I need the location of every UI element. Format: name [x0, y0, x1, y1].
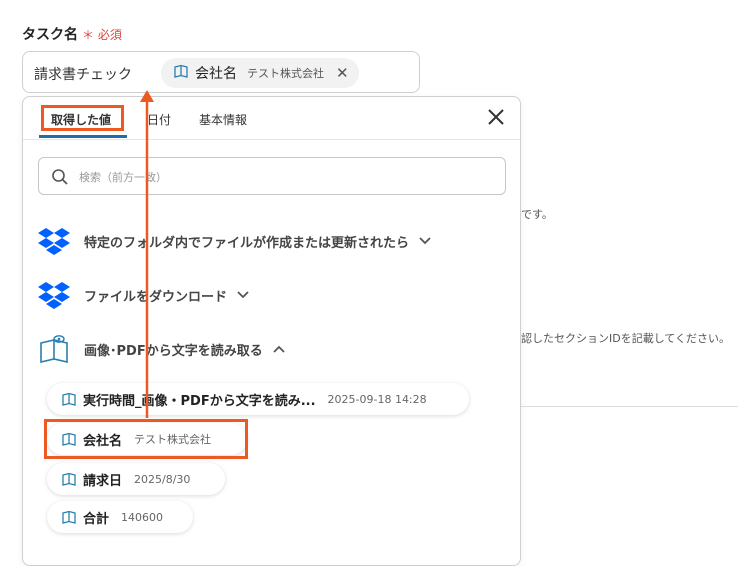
group-ocr[interactable]: 画像･PDFから文字を読み取る — [38, 335, 285, 364]
item-value: 140600 — [121, 510, 164, 524]
required-indicator: ＊ 必須 — [82, 28, 122, 42]
ocr-variable-icon — [62, 392, 76, 406]
group-title: 画像･PDFから文字を読み取る — [84, 343, 263, 359]
group-folder-trigger[interactable]: 特定のフォルダ内でファイルが作成または更新されたら — [38, 227, 431, 255]
group-download-file[interactable]: ファイルをダウンロード — [38, 281, 249, 309]
ocr-book-icon — [40, 335, 68, 364]
background-help-text-2: 認したセクションIDを記載してください。 — [521, 332, 731, 345]
ocr-variable-icon — [62, 472, 76, 486]
tab-date[interactable]: 日付 — [147, 111, 171, 128]
dropbox-icon — [38, 228, 70, 255]
required-mark: ＊ — [82, 28, 95, 42]
ocr-variable-icon — [173, 63, 189, 83]
variable-picker-panel: 取得した値 日付 基本情報 検索（前方一致） 特定のフォルダ内でファイルが作成ま… — [22, 96, 521, 566]
search-placeholder: 検索（前方一致） — [79, 171, 167, 184]
search-input[interactable]: 検索（前方一致） — [38, 157, 506, 195]
item-name: 請求日 — [83, 473, 123, 489]
variable-item-total[interactable]: 合計 140600 — [47, 501, 193, 533]
task-name-label-text: タスク名 — [22, 27, 78, 43]
background-divider — [521, 406, 738, 407]
task-name-label: タスク名 ＊ 必須 — [22, 24, 122, 44]
group-title: 特定のフォルダ内でファイルが作成または更新されたら — [84, 235, 410, 251]
item-name: 実行時間_画像・PDFから文字を読み... — [83, 393, 316, 409]
tab-basic-info[interactable]: 基本情報 — [199, 111, 247, 128]
item-value: 2025-09-18 14:28 — [327, 392, 427, 406]
search-icon — [52, 169, 68, 185]
chip-name: 会社名 — [195, 66, 237, 82]
group-title: ファイルをダウンロード — [84, 289, 228, 305]
item-highlight-box — [44, 419, 248, 459]
picker-tabs: 取得した値 日付 基本情報 — [23, 97, 520, 140]
item-value: 2025/8/30 — [134, 472, 191, 486]
chip-remove-icon[interactable]: ✕ — [336, 64, 349, 82]
task-name-input[interactable]: 請求書チェック 会社名 テスト株式会社 ✕ — [22, 51, 420, 93]
task-name-prefix-text: 請求書チェック — [34, 67, 132, 83]
required-text: 必須 — [97, 28, 122, 42]
variable-chip[interactable]: 会社名 テスト株式会社 ✕ — [161, 58, 359, 88]
item-name: 合計 — [83, 511, 110, 527]
ocr-variable-icon — [62, 510, 76, 524]
close-icon[interactable] — [486, 107, 506, 127]
variable-item-invoice-date[interactable]: 請求日 2025/8/30 — [47, 463, 225, 495]
tab-highlight-box — [41, 105, 124, 131]
chevron-down-icon — [237, 291, 249, 299]
chevron-down-icon — [419, 237, 431, 245]
background-help-text-1: です。 — [521, 208, 553, 221]
dropbox-icon — [38, 282, 70, 309]
active-tab-indicator — [39, 135, 127, 138]
variable-item-run-time[interactable]: 実行時間_画像・PDFから文字を読み... 2025-09-18 14:28 — [47, 383, 469, 415]
chip-value: テスト株式会社 — [247, 67, 324, 80]
chevron-up-icon — [273, 345, 285, 353]
